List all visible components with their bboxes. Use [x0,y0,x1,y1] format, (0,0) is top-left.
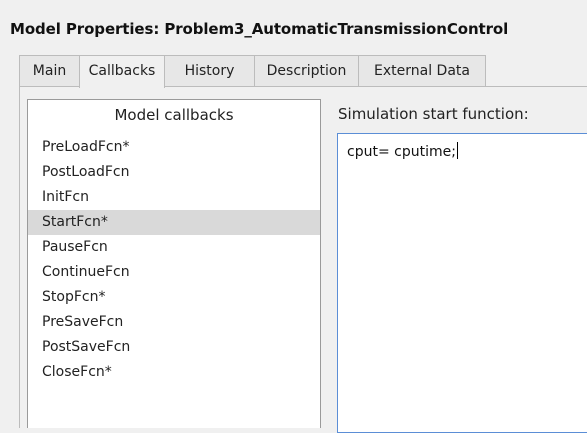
text-caret [456,142,458,159]
callback-item-preloadfcn[interactable]: PreLoadFcn* [28,135,320,160]
callback-item-pausefcn[interactable]: PauseFcn [28,235,320,260]
callback-item-stopfcn[interactable]: StopFcn* [28,285,320,310]
tab-bar: Main Callbacks History Description Exter… [19,55,587,88]
callback-item-initfcn[interactable]: InitFcn [28,185,320,210]
callback-item-closefcn[interactable]: CloseFcn* [28,360,320,385]
callback-item-postloadfcn[interactable]: PostLoadFcn [28,160,320,185]
dialog-title: Model Properties: Problem3_AutomaticTran… [10,20,509,38]
function-code-editor[interactable]: cput= cputime; [337,133,587,433]
callbacks-list-header: Model callbacks [114,106,234,124]
callbacks-list: Model callbacks PreLoadFcn* PostLoadFcn … [27,99,321,428]
tab-description[interactable]: Description [254,55,359,86]
function-code-text[interactable]: cput= cputime; [347,142,458,162]
callback-item-startfcn[interactable]: StartFcn* [28,210,320,235]
callback-item-continuefcn[interactable]: ContinueFcn [28,260,320,285]
tab-main[interactable]: Main [19,55,80,86]
tab-history[interactable]: History [164,55,255,86]
callback-item-postsavefcn[interactable]: PostSaveFcn [28,335,320,360]
callback-item-presavefcn[interactable]: PreSaveFcn [28,310,320,335]
function-editor-label: Simulation start function: [338,105,529,123]
function-code-content[interactable]: cput= cputime; [347,144,456,160]
tab-callbacks[interactable]: Callbacks [79,55,165,88]
tab-external-data[interactable]: External Data [358,55,486,86]
